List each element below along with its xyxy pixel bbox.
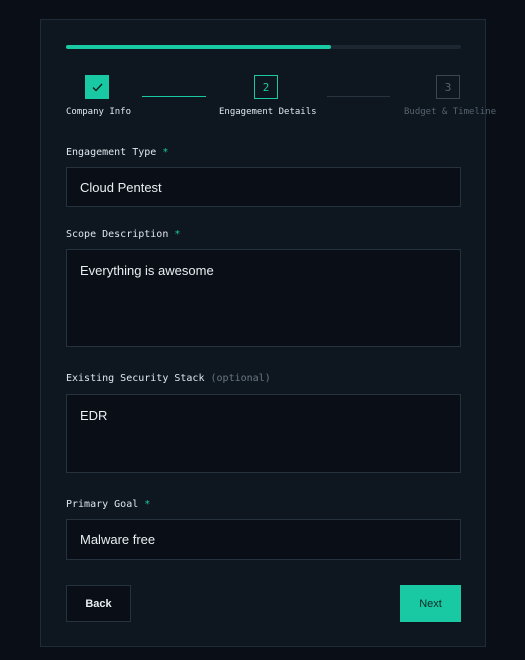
scope-description-label: Scope Description *: [66, 229, 180, 240]
security-stack-label: Existing Security Stack (optional): [66, 373, 271, 384]
progress-fill: [66, 45, 331, 49]
primary-goal-label: Primary Goal *: [66, 499, 150, 510]
scope-description-label-text: Scope Description: [66, 229, 169, 240]
back-button[interactable]: Back: [66, 585, 131, 622]
security-stack-textarea[interactable]: EDR: [66, 394, 461, 473]
security-stack-label-text: Existing Security Stack: [66, 373, 205, 384]
step-1-label: Company Info: [66, 107, 132, 117]
step-2-indicator[interactable]: 2: [254, 75, 278, 99]
engagement-type-input[interactable]: Cloud Pentest: [66, 167, 461, 207]
optional-note: (optional): [210, 373, 271, 384]
required-mark: *: [162, 147, 169, 158]
primary-goal-label-text: Primary Goal: [66, 499, 139, 510]
primary-goal-input[interactable]: Malware free: [66, 519, 461, 560]
required-mark: *: [174, 229, 181, 240]
progress-bar: [66, 45, 461, 49]
wizard-card: Company Info 2 Engagement Details 3 Budg…: [40, 19, 496, 647]
next-button[interactable]: Next: [400, 585, 461, 622]
engagement-type-label: Engagement Type *: [66, 147, 168, 158]
scope-description-textarea[interactable]: Everything is awesome: [66, 249, 461, 347]
required-mark: *: [144, 499, 151, 510]
step-1-indicator[interactable]: [85, 75, 109, 99]
engagement-type-label-text: Engagement Type: [66, 147, 157, 158]
step-connector-1: [142, 96, 206, 97]
check-icon: [92, 83, 102, 91]
step-3-label: Budget & Timeline: [404, 107, 497, 117]
step-2-label: Engagement Details: [219, 107, 317, 117]
step-connector-2: [327, 96, 390, 97]
step-3-indicator[interactable]: 3: [436, 75, 460, 99]
